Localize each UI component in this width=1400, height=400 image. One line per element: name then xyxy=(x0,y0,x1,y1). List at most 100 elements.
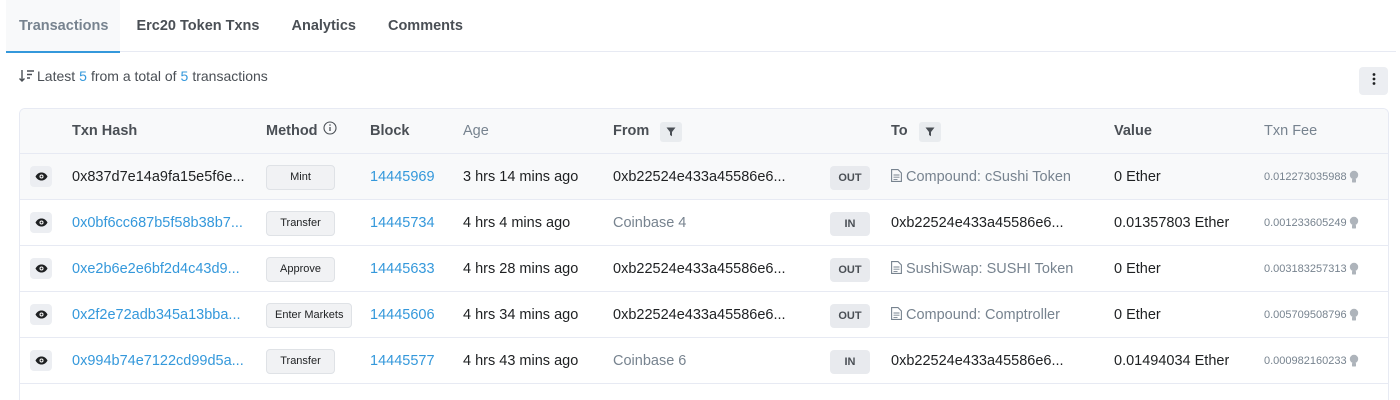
view-details-button[interactable] xyxy=(30,350,52,371)
file-contract-icon xyxy=(891,155,902,182)
block-link[interactable]: 14445969 xyxy=(370,154,435,200)
txn-hash-link[interactable]: 0x994b74e7122cd99d5a... xyxy=(72,338,257,384)
method-badge: Mint xyxy=(266,165,335,190)
column-header-to: To xyxy=(891,109,941,154)
direction-badge: OUT xyxy=(830,166,870,190)
gas-bulb-icon[interactable] xyxy=(1349,354,1359,368)
txn-fee: 0.000982160233 xyxy=(1264,338,1359,384)
tab-analytics[interactable]: Analytics xyxy=(275,0,371,52)
gas-bulb-icon[interactable] xyxy=(1349,308,1359,322)
txn-hash-link[interactable]: 0x0bf6cc687b5f58b38b7... xyxy=(72,200,257,246)
txn-hash-link[interactable]: 0x2f2e72adb345a13bba... xyxy=(72,292,257,338)
tab-erc20-token-txns[interactable]: Erc20 Token Txns xyxy=(120,0,275,52)
sort-amount-icon xyxy=(19,69,35,83)
file-contract-icon xyxy=(891,293,902,320)
eye-icon xyxy=(35,352,48,370)
txn-hash-link[interactable]: 0xe2b6e2e6bf2d4c43d9... xyxy=(72,246,257,292)
method-badge: Transfer xyxy=(266,349,335,374)
value-text: 0 Ether xyxy=(1114,169,1161,185)
table-row: 0x0bf6cc687b5f58b38b7... Transfer 14445734… xyxy=(20,200,1388,246)
value-text: 0 Ether xyxy=(1114,307,1161,323)
gas-bulb-icon[interactable] xyxy=(1349,216,1359,230)
age-text: 3 hrs 14 mins ago xyxy=(463,169,579,185)
block-link[interactable]: 14445734 xyxy=(370,200,435,246)
direction-badge: IN xyxy=(830,212,870,236)
from-address[interactable]: Coinbase 4 xyxy=(613,200,803,246)
filter-icon[interactable] xyxy=(660,121,683,142)
transactions-table: Txn Hash Method Block Age From To Value … xyxy=(19,108,1389,400)
more-options-button[interactable] xyxy=(1359,67,1388,95)
txn-fee: 0.005709508796 xyxy=(1264,292,1359,338)
value-text: 0.01357803 Ether xyxy=(1114,215,1230,231)
column-header-txn-hash: Txn Hash xyxy=(72,123,138,139)
txn-fee-text: 0.012273035988 xyxy=(1264,171,1347,183)
to-label[interactable]: Compound: cSushi Token xyxy=(906,169,1071,185)
table-row: 0x994b74e7122cd99d5a... Transfer 14445577 4… xyxy=(20,338,1388,384)
to-address[interactable]: Compound: Comptroller xyxy=(891,292,1101,338)
vertical-dots-icon xyxy=(1372,72,1376,90)
to-address[interactable]: Compound: cSushi Token xyxy=(891,154,1101,200)
txn-fee: 0.001233605249 xyxy=(1264,200,1359,246)
eye-icon xyxy=(35,306,48,324)
table-row: 0x837d7e14a9fa15e5f6e... Mint 14445969 3 hr… xyxy=(20,154,1388,200)
from-address: 0xb22524e433a45586e6... xyxy=(613,307,786,323)
from-address[interactable]: Coinbase 6 xyxy=(613,338,803,384)
txn-fee: 0.012273035988 xyxy=(1264,154,1359,200)
view-details-button[interactable] xyxy=(30,304,52,325)
method-badge: Approve xyxy=(266,257,335,282)
table-header: Txn Hash Method Block Age From To Value … xyxy=(20,109,1388,154)
summary-total[interactable]: 5 xyxy=(181,68,189,84)
value-text: 0 Ether xyxy=(1114,261,1161,277)
age-text: 4 hrs 34 mins ago xyxy=(463,307,579,323)
txn-fee-text: 0.000982160233 xyxy=(1264,355,1347,367)
age-text: 4 hrs 43 mins ago xyxy=(463,353,579,369)
view-details-button[interactable] xyxy=(30,258,52,279)
age-text: 4 hrs 28 mins ago xyxy=(463,261,579,277)
transactions-card: Transactions Erc20 Token Txns Analytics … xyxy=(6,0,1396,400)
value-text: 0.01494034 Ether xyxy=(1114,353,1230,369)
to-label[interactable]: SushiSwap: SUSHI Token xyxy=(906,261,1073,277)
view-details-button[interactable] xyxy=(30,212,52,233)
column-header-txn-fee[interactable]: Txn Fee xyxy=(1264,109,1317,154)
age-text: 4 hrs 4 mins ago xyxy=(463,215,571,231)
transactions-summary: Latest 5 from a total of 5 transactions xyxy=(19,68,268,84)
txn-fee: 0.003183257313 xyxy=(1264,246,1359,292)
tab-comments[interactable]: Comments xyxy=(372,0,479,52)
eye-icon xyxy=(35,214,48,232)
to-address[interactable]: SushiSwap: SUSHI Token xyxy=(891,246,1101,292)
eye-icon xyxy=(35,168,48,186)
to-address: 0xb22524e433a45586e6... xyxy=(891,200,1101,246)
tab-transactions[interactable]: Transactions xyxy=(6,0,121,53)
txn-hash-link[interactable]: 0x837d7e14a9fa15e5f6e... xyxy=(72,154,257,200)
txn-fee-text: 0.001233605249 xyxy=(1264,217,1347,229)
block-link[interactable]: 14445577 xyxy=(370,338,435,384)
direction-badge: OUT xyxy=(830,304,870,328)
to-address: 0xb22524e433a45586e6... xyxy=(891,338,1101,384)
summary-middle: from a total of xyxy=(90,68,177,84)
method-badge: Enter Markets xyxy=(266,303,353,328)
to-label: 0xb22524e433a45586e6... xyxy=(891,215,1064,231)
eye-icon xyxy=(35,260,48,278)
column-header-block: Block xyxy=(370,123,410,139)
column-header-value: Value xyxy=(1114,123,1152,139)
gas-bulb-icon[interactable] xyxy=(1349,262,1359,276)
info-circle-icon[interactable] xyxy=(322,109,337,154)
to-label: 0xb22524e433a45586e6... xyxy=(891,353,1064,369)
filter-icon[interactable] xyxy=(918,121,941,142)
table-row: 0xe2b6e2e6bf2d4c43d9... Approve 14445633 4 … xyxy=(20,246,1388,292)
column-header-method: Method xyxy=(266,109,337,154)
gas-bulb-icon[interactable] xyxy=(1349,170,1359,184)
column-header-age[interactable]: Age xyxy=(463,109,489,154)
txn-fee-text: 0.003183257313 xyxy=(1264,263,1347,275)
block-link[interactable]: 14445633 xyxy=(370,246,435,292)
from-address: 0xb22524e433a45586e6... xyxy=(613,169,786,185)
summary-count: 5 xyxy=(79,68,87,84)
table-row: 0x2f2e72adb345a13bba... Enter Markets 1444… xyxy=(20,292,1388,338)
block-link[interactable]: 14445606 xyxy=(370,292,435,338)
to-label[interactable]: Compound: Comptroller xyxy=(906,307,1060,323)
txn-fee-text: 0.005709508796 xyxy=(1264,309,1347,321)
direction-badge: OUT xyxy=(830,258,870,282)
tab-bar: Transactions Erc20 Token Txns Analytics … xyxy=(6,0,1396,53)
column-header-from: From xyxy=(613,109,683,154)
view-details-button[interactable] xyxy=(30,166,52,187)
